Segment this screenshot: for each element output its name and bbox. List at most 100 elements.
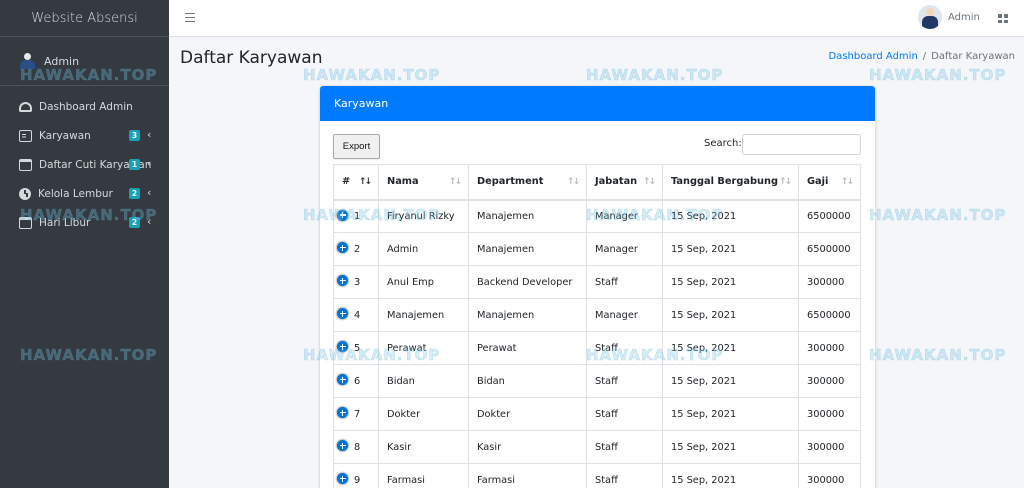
cell-text: 1 <box>354 210 361 222</box>
table-cell: Staff <box>586 430 663 464</box>
expand-row-icon[interactable] <box>337 407 348 418</box>
table-cell: 15 Sep, 2021 <box>662 430 799 464</box>
cell-text: 15 Sep, 2021 <box>671 375 737 387</box>
cell-text: 15 Sep, 2021 <box>671 210 737 222</box>
cell-text: Kasir <box>387 441 412 453</box>
table-row[interactable]: 7 Dokter Dokter Staff 15 Sep, 2021 300000 <box>333 397 861 431</box>
column-header[interactable]: # ↑↓ <box>333 164 379 201</box>
sidebar-item-karyawan[interactable]: Karyawan 3 ‹ <box>0 121 169 150</box>
cell-text: 6500000 <box>807 309 851 321</box>
expand-row-icon[interactable] <box>337 242 348 253</box>
user-name: Admin <box>44 54 80 68</box>
cell-text: 300000 <box>807 408 845 420</box>
avatar[interactable] <box>918 5 942 29</box>
expand-row-icon[interactable] <box>337 209 348 221</box>
brand-link[interactable]: Website Absensi <box>0 0 169 37</box>
expand-row-icon[interactable] <box>337 341 348 352</box>
cell-text: 6 <box>354 375 361 387</box>
expand-row-icon[interactable] <box>337 374 348 385</box>
table-cell: Staff <box>586 265 663 299</box>
user-panel[interactable]: Admin <box>0 37 169 86</box>
sidebar-item-dashboard[interactable]: Dashboard Admin <box>0 92 169 121</box>
cell-text: Manajemen <box>477 309 535 321</box>
cell-text: 6500000 <box>807 243 851 255</box>
cell-text: Kasir <box>477 441 502 453</box>
table-cell: 15 Sep, 2021 <box>662 232 799 266</box>
expand-row-icon[interactable] <box>337 440 348 451</box>
cell-text: 15 Sep, 2021 <box>671 408 737 420</box>
cell-text: Dokter <box>477 408 511 420</box>
calendar-minus-icon <box>19 216 32 229</box>
cell-text: Staff <box>595 342 618 354</box>
column-header[interactable]: Nama ↑↓ <box>378 164 469 201</box>
expand-row-icon[interactable] <box>337 275 348 286</box>
count-badge: 2 <box>129 188 140 199</box>
expand-row-icon[interactable] <box>337 308 348 319</box>
search-input[interactable] <box>742 134 861 155</box>
sidebar-item-lembur[interactable]: Kelola Lembur 2 ‹ <box>0 179 169 208</box>
table-cell: Staff <box>586 463 663 488</box>
table-cell: 15 Sep, 2021 <box>662 199 799 233</box>
id-card-icon <box>19 129 32 142</box>
cell-text: 8 <box>354 441 361 453</box>
breadcrumb-current: Daftar Karyawan <box>931 51 1015 62</box>
export-button[interactable]: Export <box>333 134 380 159</box>
cell-text: 15 Sep, 2021 <box>671 276 737 288</box>
table-row[interactable]: 9 Farmasi Farmasi Staff 15 Sep, 2021 300000 <box>333 463 861 488</box>
cell-text: 7 <box>354 408 361 420</box>
table-row[interactable]: 3 Anul Emp Backend Developer Staff 15 Sep, 2… <box>333 265 861 299</box>
top-user-name[interactable]: Admin <box>948 12 980 23</box>
watermark-text: HAWAKAN.TOP <box>869 66 1007 85</box>
sort-icon: ↑↓ <box>778 177 792 187</box>
column-header[interactable]: Department ↑↓ <box>468 164 587 201</box>
table-row[interactable]: 6 Bidan Bidan Staff 15 Sep, 2021 300000 <box>333 364 861 398</box>
column-header[interactable]: Tanggal Bergabung ↑↓ <box>662 164 799 201</box>
table-cell: Admin <box>378 232 469 266</box>
sidebar-item-hari-libur[interactable]: Hari Libur 2 ‹ <box>0 208 169 237</box>
table-cell: 1 <box>333 199 379 233</box>
cell-text: Anul Emp <box>387 276 434 288</box>
table-cell: Staff <box>586 364 663 398</box>
table-cell: Staff <box>586 331 663 365</box>
cell-text: Admin <box>387 243 419 255</box>
column-header-label: Tanggal Bergabung <box>671 176 778 188</box>
cell-text: 2 <box>354 243 361 255</box>
brand-text: Website Absensi <box>31 10 138 26</box>
table-row[interactable]: 4 Manajemen Manajemen Manager 15 Sep, 2021 65… <box>333 298 861 332</box>
cell-text: 15 Sep, 2021 <box>671 441 737 453</box>
table-cell: 300000 <box>798 397 861 431</box>
table-cell: Manajemen <box>468 199 587 233</box>
table-row[interactable]: 1 Firyanul Rizky Manajemen Manager 15 Sep, 2… <box>333 199 861 233</box>
cell-text: Staff <box>595 276 618 288</box>
cell-text: 15 Sep, 2021 <box>671 342 737 354</box>
clock-icon <box>19 187 31 200</box>
column-header[interactable]: Jabatan ↑↓ <box>586 164 663 201</box>
table-cell: 300000 <box>798 463 861 488</box>
cell-text: 15 Sep, 2021 <box>671 243 737 255</box>
sidebar-item-cuti[interactable]: Daftar Cuti Karyawan 1 ‹ <box>0 150 169 179</box>
table-cell: 15 Sep, 2021 <box>662 331 799 365</box>
table-cell: Manajemen <box>468 298 587 332</box>
table-row[interactable]: 8 Kasir Kasir Staff 15 Sep, 2021 300000 <box>333 430 861 464</box>
grid-icon[interactable] <box>998 14 1008 23</box>
table-cell: 6500000 <box>798 199 861 233</box>
column-header-label: Jabatan <box>595 176 638 188</box>
table-row[interactable]: 5 Perawat Perawat Staff 15 Sep, 2021 300000 <box>333 331 861 365</box>
count-badge: 2 <box>129 217 140 228</box>
breadcrumb-home-link[interactable]: Dashboard Admin <box>828 51 917 62</box>
table-cell: 15 Sep, 2021 <box>662 265 799 299</box>
cell-text: Firyanul Rizky <box>387 210 455 222</box>
table-row[interactable]: 2 Admin Manajemen Manager 15 Sep, 2021 650000… <box>333 232 861 266</box>
top-navbar: Admin <box>169 0 1024 37</box>
column-header[interactable]: Gaji ↑↓ <box>798 164 861 201</box>
table-cell: Backend Developer <box>468 265 587 299</box>
hamburger-menu-icon[interactable] <box>185 13 195 22</box>
table-cell: Staff <box>586 397 663 431</box>
expand-row-icon[interactable] <box>337 473 348 484</box>
cell-text: 15 Sep, 2021 <box>671 474 737 486</box>
table-cell: Manager <box>586 232 663 266</box>
cell-text: Farmasi <box>477 474 515 486</box>
cell-text: Staff <box>595 375 618 387</box>
table-header-row: # ↑↓ Nama ↑↓ Department ↑↓ Jabatan ↑↓ Tanggal Be… <box>333 164 861 201</box>
cell-text: 3 <box>354 276 361 288</box>
